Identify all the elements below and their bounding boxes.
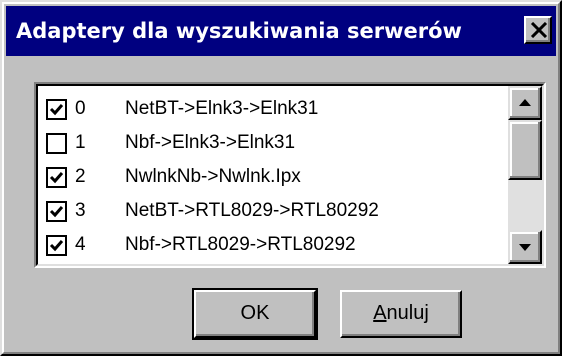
cancel-mnemonic: A [373, 302, 387, 324]
adapter-list-item[interactable]: 2 NwlnkNb->Nwlnk.Ipx [46, 160, 506, 194]
cancel-button[interactable]: Anuluj [340, 290, 462, 338]
adapter-list[interactable]: 0 NetBT->Elnk3->Elnk31 1 Nbf->Elnk3->Elnk31… [34, 82, 546, 268]
adapter-list-item[interactable]: 0 NetBT->Elnk3->Elnk31 [46, 92, 506, 126]
title-bar[interactable]: Adaptery dla wyszukiwania serwerów [6, 6, 556, 56]
adapter-name: NetBT->RTL8029->RTL80292 [125, 200, 379, 221]
adapter-index: 1 [75, 132, 86, 153]
checkmark-icon [49, 171, 64, 183]
cancel-button-label: Anuluj [373, 302, 429, 324]
arrow-down-icon [519, 244, 531, 251]
adapter-index: 3 [75, 200, 86, 221]
adapter-list-item[interactable]: 1 Nbf->Elnk3->Elnk31 [46, 126, 506, 160]
close-icon [530, 22, 548, 38]
ok-button[interactable]: OK [192, 288, 318, 340]
window-title: Adaptery dla wyszukiwania serwerów [16, 19, 462, 43]
adapter-checkbox[interactable] [46, 98, 67, 120]
dialog-window: Adaptery dla wyszukiwania serwerów 0 NetB… [0, 0, 562, 356]
adapter-name: NetBT->Elnk3->Elnk31 [125, 98, 319, 119]
adapter-list-item[interactable]: 3 NetBT->RTL8029->RTL80292 [46, 194, 506, 228]
adapter-name: Nbf->RTL8029->RTL80292 [125, 234, 356, 255]
adapter-checkbox[interactable] [46, 234, 67, 256]
checkmark-icon [49, 239, 64, 251]
adapter-index: 2 [75, 166, 86, 187]
adapter-checkbox[interactable] [46, 200, 67, 222]
scroll-thumb[interactable] [508, 120, 542, 180]
cancel-label-rest: nuluj [386, 302, 429, 324]
close-button[interactable] [524, 16, 552, 44]
adapter-name: Nbf->Elnk3->Elnk31 [125, 132, 296, 153]
checkmark-icon [49, 205, 64, 217]
vertical-scrollbar[interactable] [508, 86, 542, 264]
ok-button-label: OK [240, 302, 270, 324]
adapter-list-item[interactable]: 4 Nbf->RTL8029->RTL80292 [46, 228, 506, 262]
adapter-name: NwlnkNb->Nwlnk.Ipx [125, 166, 301, 187]
adapter-checkbox[interactable] [46, 132, 67, 154]
arrow-up-icon [519, 99, 531, 106]
adapter-list-frame: 0 NetBT->Elnk3->Elnk31 1 Nbf->Elnk3->Elnk31… [36, 84, 544, 266]
adapter-list-items: 0 NetBT->Elnk3->Elnk31 1 Nbf->Elnk3->Elnk31… [38, 86, 506, 264]
adapter-index: 4 [75, 234, 86, 255]
scroll-up-button[interactable] [508, 86, 542, 120]
checkmark-icon [49, 103, 64, 115]
adapter-list-item[interactable]: 5NetBT->NdisWan5 [46, 262, 506, 264]
scroll-down-button[interactable] [508, 230, 542, 264]
adapter-index: 0 [75, 98, 86, 119]
adapter-checkbox[interactable] [46, 166, 67, 188]
